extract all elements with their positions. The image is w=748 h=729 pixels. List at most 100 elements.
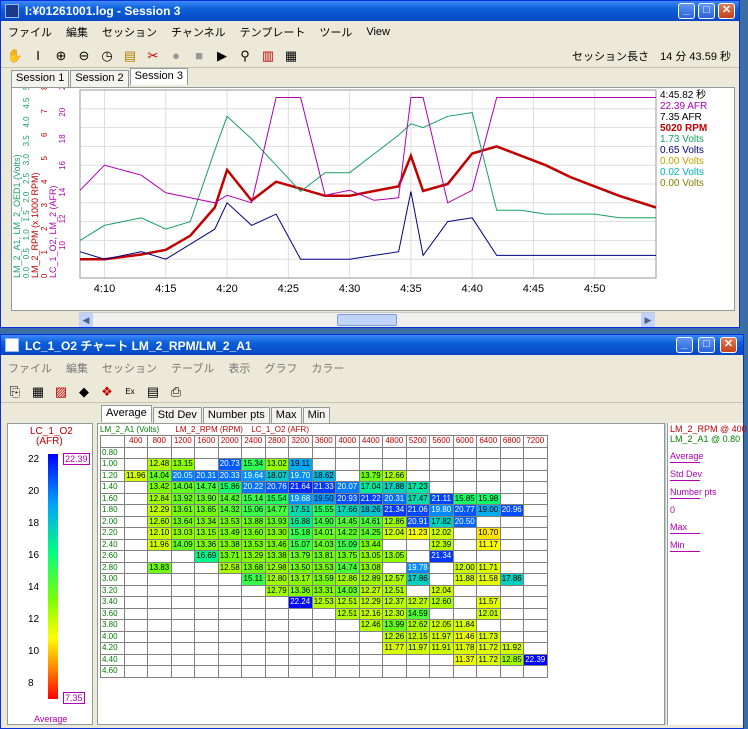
table-cell[interactable]: 13.15 xyxy=(194,527,219,540)
table-cell[interactable] xyxy=(123,573,148,586)
table-cell[interactable]: 21.34 xyxy=(382,504,407,517)
table-cell[interactable] xyxy=(476,550,501,563)
chart-menu-item-3[interactable]: テーブル xyxy=(164,360,221,376)
table-cell[interactable]: 20.50 xyxy=(452,515,477,528)
table-cell[interactable] xyxy=(499,481,524,494)
table-cell[interactable]: 12.51 xyxy=(335,596,360,609)
plot-area[interactable]: 4:10 4:15 4:20 4:25 4:30 4:35 4:40 4:45 4:50 LM_2… xyxy=(11,87,735,311)
menu-item-2[interactable]: セッション xyxy=(95,24,164,40)
table-cell[interactable] xyxy=(382,561,407,574)
table-cell[interactable]: 18.62 xyxy=(311,469,336,482)
table-cell[interactable]: 14.90 xyxy=(311,515,336,528)
table-cell[interactable]: 13.49 xyxy=(217,527,242,540)
table-cell[interactable] xyxy=(288,642,313,655)
tab-session-2[interactable]: Session 2 xyxy=(70,70,129,87)
table-cell[interactable] xyxy=(264,607,289,620)
table-cell[interactable] xyxy=(523,504,548,517)
table-cell[interactable]: 14.42 xyxy=(217,492,242,505)
table-cell[interactable]: 12.26 xyxy=(382,630,407,643)
table-cell[interactable] xyxy=(123,446,148,459)
table-cell[interactable] xyxy=(147,584,172,597)
table-cell[interactable] xyxy=(452,584,477,597)
table-cell[interactable] xyxy=(499,469,524,482)
table-cell[interactable]: 16.69 xyxy=(194,550,219,563)
table-cell[interactable]: 13.81 xyxy=(311,550,336,563)
table-cell[interactable] xyxy=(523,573,548,586)
table-cell[interactable]: 13.60 xyxy=(241,527,266,540)
table-cell[interactable]: 14.03 xyxy=(311,538,336,551)
table-cell[interactable] xyxy=(499,665,524,678)
table-cell[interactable] xyxy=(523,550,548,563)
table-cell[interactable] xyxy=(170,607,195,620)
table-cell[interactable]: 11.17 xyxy=(476,538,501,551)
table-cell[interactable]: 12.05 xyxy=(429,619,454,632)
table-cell[interactable]: 12.02 xyxy=(429,527,454,540)
table-cell[interactable]: 11.58 xyxy=(476,573,501,586)
table-cell[interactable]: 12.46 xyxy=(358,619,383,632)
table-cell[interactable] xyxy=(335,665,360,678)
table-cell[interactable] xyxy=(499,446,524,459)
table-cell[interactable] xyxy=(429,607,454,620)
table-cell[interactable]: 12.00 xyxy=(452,561,477,574)
table-icon[interactable]: ▦ xyxy=(281,46,301,66)
table-cell[interactable] xyxy=(476,458,501,471)
table-cell[interactable] xyxy=(123,607,148,620)
table-cell[interactable] xyxy=(358,446,383,459)
tab-average[interactable]: Average xyxy=(101,405,152,422)
table-cell[interactable]: 13.36 xyxy=(288,584,313,597)
table-cell[interactable] xyxy=(147,665,172,678)
table-cell[interactable]: 12.37 xyxy=(382,596,407,609)
table-cell[interactable] xyxy=(523,481,548,494)
table-cell[interactable] xyxy=(523,492,548,505)
table-cell[interactable]: 12.16 xyxy=(358,607,383,620)
table-cell[interactable] xyxy=(217,642,242,655)
table-cell[interactable]: 17.23 xyxy=(405,481,430,494)
menu-item-4[interactable]: テンプレート xyxy=(233,24,313,40)
table-cell[interactable]: 22.24 xyxy=(288,596,313,609)
table-cell[interactable]: 17.47 xyxy=(405,492,430,505)
table-cell[interactable] xyxy=(335,619,360,632)
table-cell[interactable] xyxy=(194,630,219,643)
table-cell[interactable]: 10.70 xyxy=(476,527,501,540)
table-cell[interactable]: 21.64 xyxy=(288,481,313,494)
text-cursor-icon[interactable]: I xyxy=(28,46,48,66)
table-cell[interactable] xyxy=(147,653,172,666)
table-cell[interactable]: 14.04 xyxy=(170,481,195,494)
table-cell[interactable] xyxy=(335,469,360,482)
table-cell[interactable]: 12.04 xyxy=(429,584,454,597)
table-cell[interactable] xyxy=(170,584,195,597)
table-cell[interactable] xyxy=(170,642,195,655)
table-cell[interactable] xyxy=(123,515,148,528)
table-cell[interactable]: 13.68 xyxy=(241,561,266,574)
table-cell[interactable] xyxy=(429,561,454,574)
table-cell[interactable]: 14.01 xyxy=(311,527,336,540)
table-cell[interactable] xyxy=(194,584,219,597)
table-cell[interactable] xyxy=(523,630,548,643)
table-cell[interactable] xyxy=(335,653,360,666)
table-cell[interactable] xyxy=(170,630,195,643)
table-cell[interactable]: 14.25 xyxy=(358,527,383,540)
table-cell[interactable] xyxy=(405,584,430,597)
table-cell[interactable] xyxy=(217,619,242,632)
table-cell[interactable] xyxy=(452,481,477,494)
table-cell[interactable] xyxy=(194,596,219,609)
table-cell[interactable] xyxy=(499,607,524,620)
table-cell[interactable]: 11.88 xyxy=(452,573,477,586)
table-cell[interactable] xyxy=(476,481,501,494)
table-cell[interactable] xyxy=(194,642,219,655)
table-cell[interactable] xyxy=(123,596,148,609)
table-cell[interactable] xyxy=(147,630,172,643)
table-cell[interactable] xyxy=(452,458,477,471)
table-cell[interactable]: 12.48 xyxy=(147,458,172,471)
table-cell[interactable]: 12.66 xyxy=(382,469,407,482)
table-cell[interactable]: 19.11 xyxy=(288,458,313,471)
table-cell[interactable]: 18.07 xyxy=(264,469,289,482)
table-cell[interactable]: 20.05 xyxy=(170,469,195,482)
table-cell[interactable]: 11.72 xyxy=(476,642,501,655)
table-cell[interactable] xyxy=(217,653,242,666)
table-cell[interactable] xyxy=(123,642,148,655)
table-cell[interactable] xyxy=(499,515,524,528)
table-cell[interactable]: 12.27 xyxy=(358,584,383,597)
table-cell[interactable]: 13.42 xyxy=(147,481,172,494)
table-cell[interactable]: 17.86 xyxy=(405,573,430,586)
